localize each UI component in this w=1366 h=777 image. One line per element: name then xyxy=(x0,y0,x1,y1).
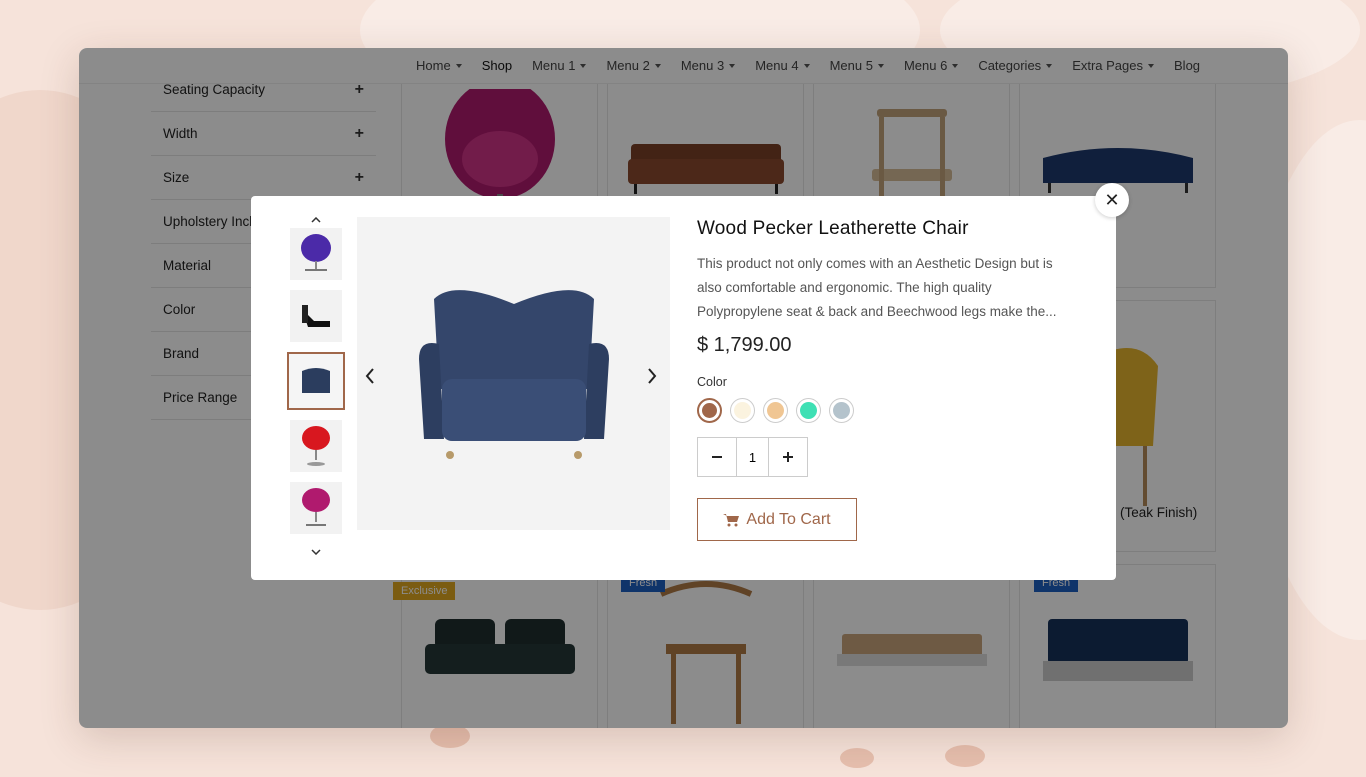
color-swatch[interactable] xyxy=(829,398,854,423)
color-swatches xyxy=(697,398,1077,423)
chevron-left-icon xyxy=(365,368,374,384)
close-icon: ✕ xyxy=(1104,189,1120,210)
quantity-input[interactable]: 1 xyxy=(736,438,769,476)
cart-icon xyxy=(723,513,740,526)
swatch-fill xyxy=(702,403,717,418)
product-description: This product not only comes with an Aest… xyxy=(697,256,1057,319)
color-swatch[interactable] xyxy=(763,398,788,423)
swatch-fill xyxy=(734,402,751,419)
color-swatch[interactable] xyxy=(796,398,821,423)
thumb-up-button[interactable] xyxy=(286,212,346,228)
product-price: $ 1,799.00 xyxy=(697,334,792,356)
main-product-image xyxy=(357,217,670,530)
thumb-down-button[interactable] xyxy=(286,544,346,560)
increase-button[interactable] xyxy=(769,438,807,476)
quick-view-modal: Wood Pecker Leatherette Chair This produ… xyxy=(251,196,1116,580)
thumbnail-magenta-chair[interactable] xyxy=(290,482,342,534)
color-swatch[interactable] xyxy=(697,398,722,423)
quantity-stepper: 1 xyxy=(697,437,808,477)
chevron-up-icon xyxy=(311,217,321,223)
swatch-fill xyxy=(833,402,850,419)
color-label: Color xyxy=(697,375,727,389)
minus-icon xyxy=(712,456,722,458)
thumbnail-black-lounge[interactable] xyxy=(290,290,342,342)
next-image-button[interactable] xyxy=(647,367,657,391)
swatch-fill xyxy=(767,402,784,419)
thumbnail-list xyxy=(286,212,346,560)
thumbnail-purple-chair[interactable] xyxy=(290,228,342,280)
magenta-chair-thumb xyxy=(302,488,330,526)
red-chair-thumb xyxy=(302,426,330,466)
swatch-fill xyxy=(800,402,817,419)
black-lounge-thumb xyxy=(302,305,330,327)
add-to-cart-button[interactable]: Add To Cart xyxy=(697,498,857,541)
purple-chair-thumb xyxy=(301,234,331,271)
add-to-cart-label: Add To Cart xyxy=(746,510,831,528)
thumbnail-blue-armchair[interactable] xyxy=(287,352,345,410)
product-title: Wood Pecker Leatherette Chair xyxy=(697,218,969,239)
prev-image-button[interactable] xyxy=(365,367,375,391)
decrease-button[interactable] xyxy=(698,438,736,476)
chevron-down-icon xyxy=(311,549,321,555)
armchair-image xyxy=(418,289,609,459)
close-button[interactable]: ✕ xyxy=(1095,183,1129,217)
thumbnail-red-chair[interactable] xyxy=(290,420,342,472)
blue-armchair-thumb xyxy=(302,368,330,393)
plus-icon xyxy=(783,452,793,462)
color-swatch[interactable] xyxy=(730,398,755,423)
chevron-right-icon xyxy=(648,368,657,384)
product-info: Wood Pecker Leatherette Chair This produ… xyxy=(697,218,1077,541)
